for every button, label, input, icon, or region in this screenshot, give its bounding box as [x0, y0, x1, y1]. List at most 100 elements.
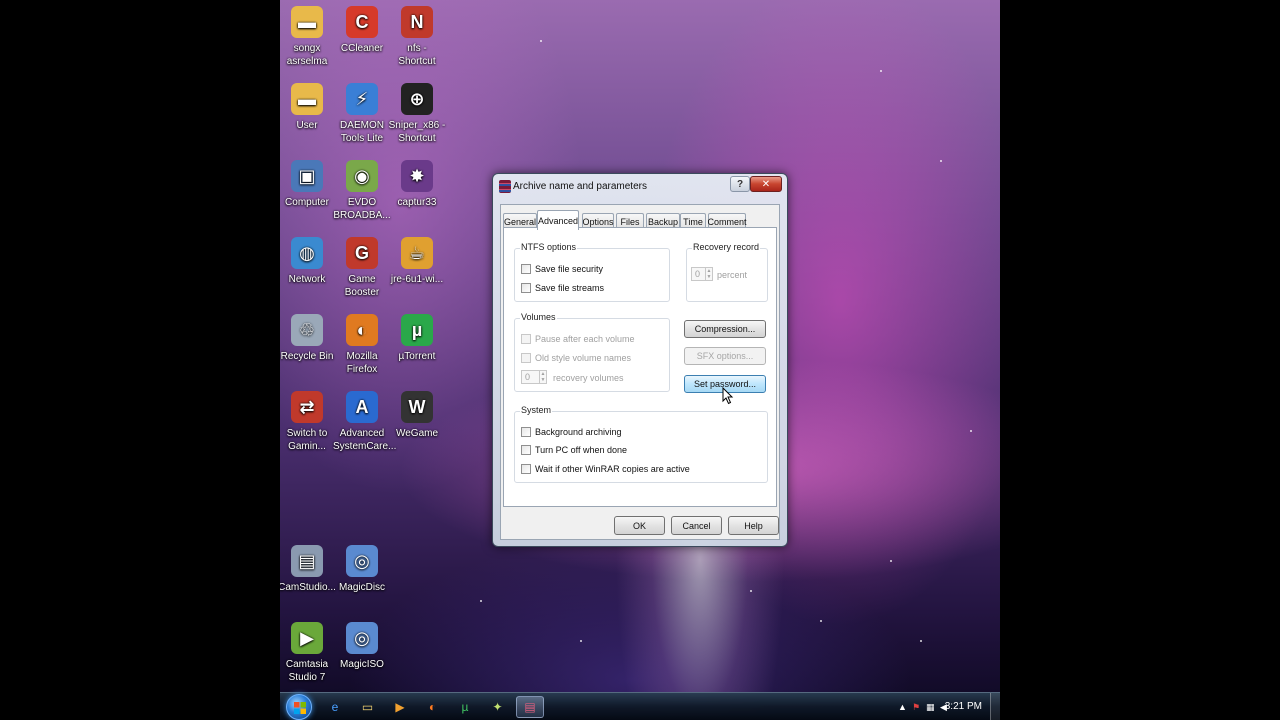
save-file-streams-checkbox[interactable]: Save file streams	[521, 282, 604, 294]
help-caption-button[interactable]: ?	[730, 176, 750, 192]
user-folder-icon: ▬	[291, 83, 323, 115]
wegame-icon: W	[401, 391, 433, 423]
utorrent-icon: µ	[461, 700, 469, 714]
sfx-options-button[interactable]: SFX options...	[684, 347, 766, 365]
old-style-volume-names-checkbox[interactable]: Old style volume names	[521, 352, 631, 364]
taskbar-utility-button[interactable]: ✦	[484, 696, 512, 718]
dialog-client: General Advanced Options Files Backup Time Com…	[500, 204, 780, 540]
desktop-icon-label: Game Booster	[344, 274, 380, 298]
desktop-icon-jre-6u1-wi[interactable]: ☕ jre-6u1-wi...	[388, 237, 446, 286]
checkbox-box[interactable]	[521, 283, 531, 293]
firefox-icon: ◐	[346, 314, 378, 346]
desktop-icon-daemon-tools-lite[interactable]: ⚡ DAEMON Tools Lite	[333, 83, 391, 145]
recycle-bin-icon: ♲	[291, 314, 323, 346]
taskbar-file-explorer-button[interactable]: ▭	[354, 696, 382, 718]
desktop-icon-user[interactable]: ▬ User	[280, 83, 336, 132]
camtasia-icon: ▶	[291, 622, 323, 654]
desktop-icon-label: Advanced SystemCare...	[333, 428, 397, 452]
desktop-icon-captur33[interactable]: ✸ captur33	[388, 160, 446, 209]
desktop-icon-label: User	[296, 120, 318, 131]
magicdisc-icon: ◎	[346, 545, 378, 577]
desktop-icon-mozilla-firefox[interactable]: ◐ Mozilla Firefox	[333, 314, 391, 376]
checkbox-box[interactable]	[521, 334, 531, 344]
taskbar-internet-explorer-button[interactable]: e	[321, 696, 349, 718]
tray-network-icon[interactable]: ▦	[926, 702, 935, 713]
tab-advanced[interactable]: Advanced	[537, 210, 579, 230]
old-style-volume-names-label: Old style volume names	[535, 353, 632, 363]
checkbox-box[interactable]	[521, 464, 531, 474]
desktop-icon-network[interactable]: ◍ Network	[280, 237, 336, 286]
game-booster-icon: G	[346, 237, 378, 269]
windows-logo-icon	[294, 702, 306, 714]
show-desktop-button[interactable]	[990, 693, 1000, 720]
desktop-icon-label: Switch to Gamin...	[286, 428, 328, 452]
desktop-icon-label: Mozilla Firefox	[346, 351, 378, 375]
recovery-record-spinner[interactable]: 0 ▲ ▼	[691, 267, 713, 281]
desktop-icon-switch-to-gamin[interactable]: ⇄ Switch to Gamin...	[280, 391, 336, 453]
spinner-arrows-icon[interactable]: ▲ ▼	[705, 268, 712, 280]
recovery-volumes-value: 0	[525, 372, 531, 382]
save-file-security-checkbox[interactable]: Save file security	[521, 263, 603, 275]
desktop-icon-computer[interactable]: ▣ Computer	[280, 160, 336, 209]
utorrent-icon: µ	[401, 314, 433, 346]
desktop-icon-label: WeGame	[395, 428, 439, 439]
checkbox-box[interactable]	[521, 264, 531, 274]
show-hidden-icons-icon[interactable]: ▲	[898, 702, 907, 712]
network-icon: ◍	[291, 237, 323, 269]
system-tray: ▲ ⚑ ▦ ◀ 3:21 PM	[890, 693, 1000, 720]
recovery-volumes-unit: recovery volumes	[553, 373, 624, 383]
taskbar-firefox-button[interactable]: ◐	[419, 696, 447, 718]
turn-pc-off-label: Turn PC off when done	[535, 445, 628, 455]
pause-after-each-volume-checkbox[interactable]: Pause after each volume	[521, 333, 635, 345]
desktop-icon-label: Recycle Bin	[280, 351, 334, 362]
tray-flag-icon[interactable]: ⚑	[912, 702, 920, 713]
archive-parameters-dialog: Archive name and parameters ? ✕ General A…	[492, 173, 788, 547]
desktop-icon-camtasia-studio-7[interactable]: ▶ Camtasia Studio 7	[280, 622, 336, 684]
desktop-icon-camstudio[interactable]: ▤ CamStudio...	[280, 545, 336, 594]
desktop-icon--torrent[interactable]: µ µTorrent	[388, 314, 446, 363]
recovery-record-group: Recovery record 0 ▲ ▼ percent	[686, 242, 768, 302]
start-button[interactable]	[286, 694, 312, 720]
checkbox-box[interactable]	[521, 427, 531, 437]
checkbox-box[interactable]	[521, 353, 531, 363]
desktop-icon-nfs-shortcut[interactable]: Nnfs - Shortcut	[388, 6, 446, 68]
taskbar-winrar-button[interactable]: ▤	[516, 696, 544, 718]
background-archiving-label: Background archiving	[535, 427, 622, 437]
desktop-icon-label: songx asrselma	[286, 43, 328, 67]
desktop-icon-label: MagicISO	[340, 659, 384, 670]
folder-icon: ▬	[291, 6, 323, 38]
desktop-icon-sniper-x86-shortcut[interactable]: ⊕ Sniper_x86 - Shortcut	[388, 83, 446, 145]
desktop-icon-songx-asrselma[interactable]: ▬ songx asrselma	[280, 6, 336, 68]
daemon-tools-icon: ⚡	[346, 83, 378, 115]
ntfs-options-group: NTFS options Save file security Save fil…	[514, 242, 670, 302]
wait-other-copies-checkbox[interactable]: Wait if other WinRAR copies are active	[521, 463, 690, 475]
desktop-icon-magiciso[interactable]: ◎ MagicISO	[333, 622, 391, 671]
taskbar-clock[interactable]: 3:21 PM	[945, 701, 982, 712]
desktop-icon-recycle-bin[interactable]: ♲ Recycle Bin	[280, 314, 336, 363]
desktop-icon-evdo-broadba[interactable]: ◉ EVDO BROADBA...	[333, 160, 391, 222]
desktop-icon-label: nfs - Shortcut	[398, 43, 436, 67]
help-button[interactable]: Help	[728, 516, 779, 535]
close-button[interactable]: ✕	[750, 176, 782, 192]
desktop-icon-label: CCleaner	[340, 43, 384, 54]
desktop-icon-advanced-systemcare[interactable]: A Advanced SystemCare...	[333, 391, 397, 453]
desktop-icon-game-booster[interactable]: G Game Booster	[333, 237, 391, 299]
ok-button[interactable]: OK	[614, 516, 665, 535]
cancel-button[interactable]: Cancel	[671, 516, 722, 535]
dialog-title: Archive name and parameters	[513, 181, 647, 192]
turn-pc-off-checkbox[interactable]: Turn PC off when done	[521, 444, 627, 456]
dialog-titlebar[interactable]: Archive name and parameters ? ✕	[493, 174, 787, 200]
recovery-volumes-spinner[interactable]: 0 ▲ ▼	[521, 370, 547, 384]
compression-button[interactable]: Compression...	[684, 320, 766, 338]
checkbox-box[interactable]	[521, 445, 531, 455]
camstudio-icon: ▤	[291, 545, 323, 577]
taskbar-utorrent-button[interactable]: µ	[451, 696, 479, 718]
taskbar-media-player-button[interactable]: ▶	[386, 696, 414, 718]
desktop-icon-ccleaner[interactable]: C CCleaner	[333, 6, 391, 55]
spinner-arrows-icon[interactable]: ▲ ▼	[539, 371, 546, 383]
volumes-title: Volumes	[520, 312, 557, 322]
ntfs-options-title: NTFS options	[520, 242, 578, 252]
desktop-icon-wegame[interactable]: W WeGame	[388, 391, 446, 440]
desktop-icon-magicdisc[interactable]: ◎ MagicDisc	[333, 545, 391, 594]
background-archiving-checkbox[interactable]: Background archiving	[521, 426, 622, 438]
